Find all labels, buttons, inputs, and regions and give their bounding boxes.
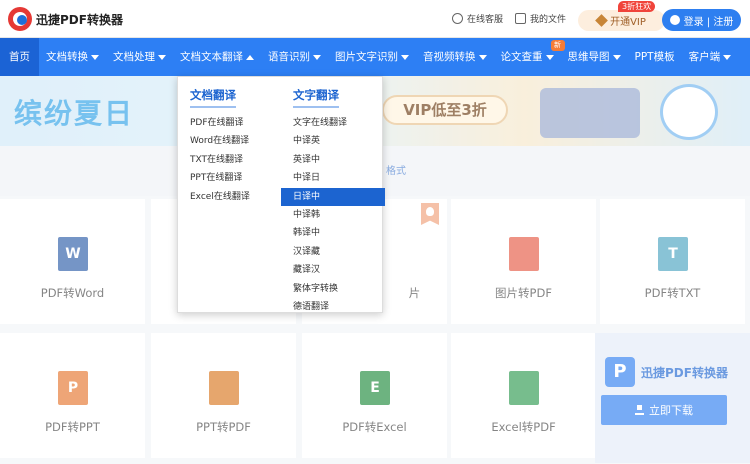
menu-item-ko-zh[interactable]: 韩译中 xyxy=(293,224,385,242)
user-icon xyxy=(669,15,680,25)
nav-plagiarism-label: 论文查重 xyxy=(500,51,543,63)
menu-item-excel-translate[interactable]: Excel在线翻译 xyxy=(190,188,250,206)
open-vip-label: 开通VIP xyxy=(610,17,646,28)
my-files-label: 我的文件 xyxy=(530,15,567,25)
nav-home[interactable]: 首页 xyxy=(0,38,39,76)
top-header: 迅捷PDF转换器 在线客服 我的文件 开通VIP 3折狂欢 登录 | 注册 xyxy=(0,0,750,38)
online-service-link[interactable]: 在线客服 xyxy=(452,12,503,25)
chevron-down-icon xyxy=(545,54,554,60)
menu-item-pdf-translate[interactable]: PDF在线翻译 xyxy=(190,114,250,132)
nav-doc-convert[interactable]: 文档转换 xyxy=(39,38,106,76)
menu-item-ja-zh[interactable]: 日译中 xyxy=(281,187,385,206)
menu-item-word-translate[interactable]: Word在线翻译 xyxy=(190,132,250,150)
chevron-down-icon xyxy=(478,54,487,60)
nav-ppt-templates[interactable]: PPT模板 xyxy=(628,38,682,76)
chevron-down-icon xyxy=(91,54,99,60)
nav-ocr-label: 图片文字识别 xyxy=(335,51,398,63)
nav-doc-process-label: 文档处理 xyxy=(113,51,155,63)
open-vip-button[interactable]: 开通VIP xyxy=(578,10,665,31)
menu-item-bo-zh[interactable]: 藏译汉 xyxy=(293,261,385,279)
nav-av-convert[interactable]: 音视频转换 xyxy=(416,38,494,76)
nav-speech-recognition[interactable]: 语音识别 xyxy=(261,38,328,76)
nav-plagiarism[interactable]: 论文查重新 xyxy=(494,38,565,76)
chevron-down-icon xyxy=(313,54,321,60)
doc-translate-heading: 文档翻译 xyxy=(190,87,236,108)
chevron-down-icon xyxy=(401,54,409,60)
chevron-down-icon xyxy=(723,54,732,60)
menu-item-ppt-translate[interactable]: PPT在线翻译 xyxy=(190,169,250,187)
menu-item-zh-ja[interactable]: 中译日 xyxy=(293,169,385,187)
nav-image-ocr[interactable]: 图片文字识别 xyxy=(328,38,416,76)
diamond-icon xyxy=(595,14,608,27)
menu-item-zh-bo[interactable]: 汉译藏 xyxy=(293,243,385,261)
my-files-link[interactable]: 我的文件 xyxy=(515,12,566,25)
nav-doc-translate[interactable]: 文档文本翻译 xyxy=(173,38,261,76)
nav-doc-convert-label: 文档转换 xyxy=(46,51,88,63)
logo-icon[interactable] xyxy=(8,7,32,31)
menu-item-zh-ko[interactable]: 中译韩 xyxy=(293,206,385,224)
file-icon xyxy=(515,13,526,24)
menu-item-en-zh[interactable]: 英译中 xyxy=(293,151,385,169)
menu-item-txt-translate[interactable]: TXT在线翻译 xyxy=(190,151,250,169)
translate-dropdown: 文档翻译 PDF在线翻译 Word在线翻译 TXT在线翻译 PPT在线翻译 Ex… xyxy=(177,76,385,316)
menu-item-german[interactable]: 德语翻译 xyxy=(293,298,385,316)
main-nav: 首页 文档转换 文档处理 文档文本翻译 语音识别 图片文字识别 音视频转换 论文… xyxy=(0,38,750,76)
login-register-button[interactable]: 登录 | 注册 xyxy=(662,9,741,31)
chevron-down-icon xyxy=(612,54,621,60)
vip-promo-badge: 3折狂欢 xyxy=(618,1,656,12)
nav-doc-process[interactable]: 文档处理 xyxy=(106,38,173,76)
online-service-label: 在线客服 xyxy=(467,15,504,25)
login-register-label: 登录 | 注册 xyxy=(683,16,734,28)
nav-doc-translate-label: 文档文本翻译 xyxy=(180,51,243,63)
chevron-down-icon xyxy=(158,54,166,60)
brand-name[interactable]: 迅捷PDF转换器 xyxy=(36,11,123,28)
doc-translate-column: 文档翻译 PDF在线翻译 Word在线翻译 TXT在线翻译 PPT在线翻译 Ex… xyxy=(190,87,250,206)
menu-item-text-translate[interactable]: 文字在线翻译 xyxy=(293,114,385,132)
menu-item-traditional[interactable]: 繁体字转换 xyxy=(293,280,385,298)
nav-client-label: 客户端 xyxy=(688,51,721,63)
text-translate-column: 文字翻译 文字在线翻译 中译英 英译中 中译日 日译中 中译韩 韩译中 汉译藏 … xyxy=(281,87,385,316)
nav-speech-label: 语音识别 xyxy=(268,51,310,63)
chevron-up-icon xyxy=(246,54,254,60)
menu-item-zh-en[interactable]: 中译英 xyxy=(293,132,385,150)
nav-av-label: 音视频转换 xyxy=(423,51,476,63)
text-translate-heading: 文字翻译 xyxy=(293,87,339,108)
nav-client[interactable]: 客户端 xyxy=(682,38,739,76)
nav-mindmap-label: 思维导图 xyxy=(567,51,610,63)
nav-mindmap[interactable]: 思维导图 xyxy=(561,38,628,76)
headset-icon xyxy=(452,13,463,24)
